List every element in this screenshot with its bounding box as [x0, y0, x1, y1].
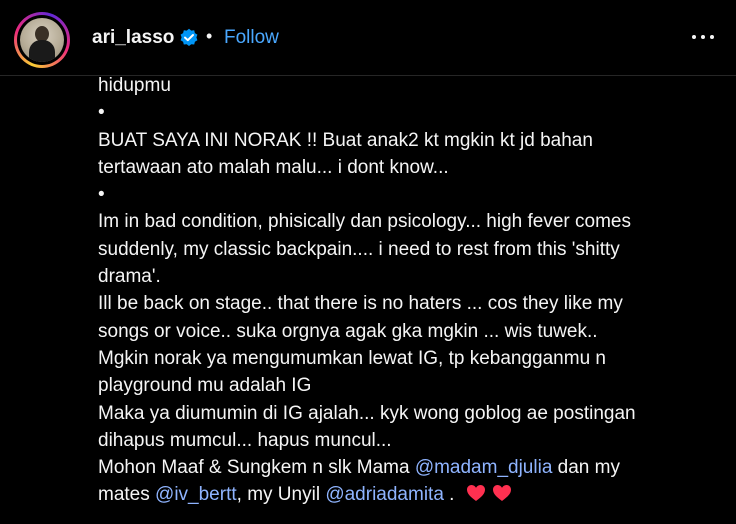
- more-options-icon[interactable]: [690, 27, 716, 47]
- caption-line: mates @iv_bertt, my Unyil @adriadamita .: [98, 481, 728, 508]
- caption-line: songs or voice.. suka orgnya agak gka mg…: [98, 320, 598, 342]
- mention-link[interactable]: @iv_bertt: [155, 484, 237, 505]
- caption-line: dihapus mumcul... hapus muncul...: [98, 429, 392, 451]
- caption-line: Ill be back on stage.. that there is no …: [98, 293, 623, 315]
- mention-link[interactable]: @adriadamita: [325, 484, 444, 505]
- avatar-body: [29, 40, 55, 62]
- mention-link[interactable]: @madam_djulia: [415, 457, 553, 478]
- caption-line: BUAT SAYA INI NORAK !! Buat anak2 kt mgk…: [98, 129, 593, 151]
- caption-line: Im in bad condition, phisically dan psic…: [98, 211, 631, 233]
- story-ring[interactable]: [14, 12, 70, 68]
- caption-text: dan my: [552, 457, 620, 479]
- caption-text: mates: [98, 484, 156, 506]
- follow-button[interactable]: Follow: [224, 27, 279, 49]
- verified-badge-icon: [180, 28, 198, 46]
- caption-line: Mohon Maaf & Sungkem n slk Mama @madam_d…: [98, 454, 728, 481]
- caption-line: Mgkin norak ya mengumumkan lewat IG, tp …: [98, 347, 606, 369]
- caption-bullet: •: [98, 102, 105, 124]
- caption-line: hidupmu: [98, 75, 171, 96]
- username[interactable]: ari_lasso: [92, 27, 174, 49]
- caption-text: .: [443, 484, 460, 506]
- more-dot: [710, 35, 714, 39]
- post-caption: hidupmu • BUAT SAYA INI NORAK !! Buat an…: [98, 75, 728, 509]
- caption-line: tertawaan ato malah malu... i dont know.…: [98, 156, 449, 178]
- heart-icon: [492, 485, 511, 502]
- heart-icon: [466, 485, 485, 502]
- caption-line: drama'.: [98, 266, 161, 288]
- more-dot: [692, 35, 696, 39]
- caption-line: playground mu adalah IG: [98, 375, 312, 397]
- caption-bullet: •: [98, 184, 105, 206]
- caption-text: Mohon Maaf & Sungkem n slk Mama: [98, 457, 415, 479]
- caption-line: Maka ya diumumin di IG ajalah... kyk won…: [98, 402, 636, 424]
- avatar[interactable]: [20, 18, 64, 62]
- more-dot: [701, 35, 705, 39]
- post-header: ari_lasso • Follow: [0, 0, 736, 76]
- caption-text: , my Unyil: [236, 484, 326, 506]
- header-separator: •: [206, 26, 213, 46]
- caption-line: suddenly, my classic backpain.... i need…: [98, 238, 620, 260]
